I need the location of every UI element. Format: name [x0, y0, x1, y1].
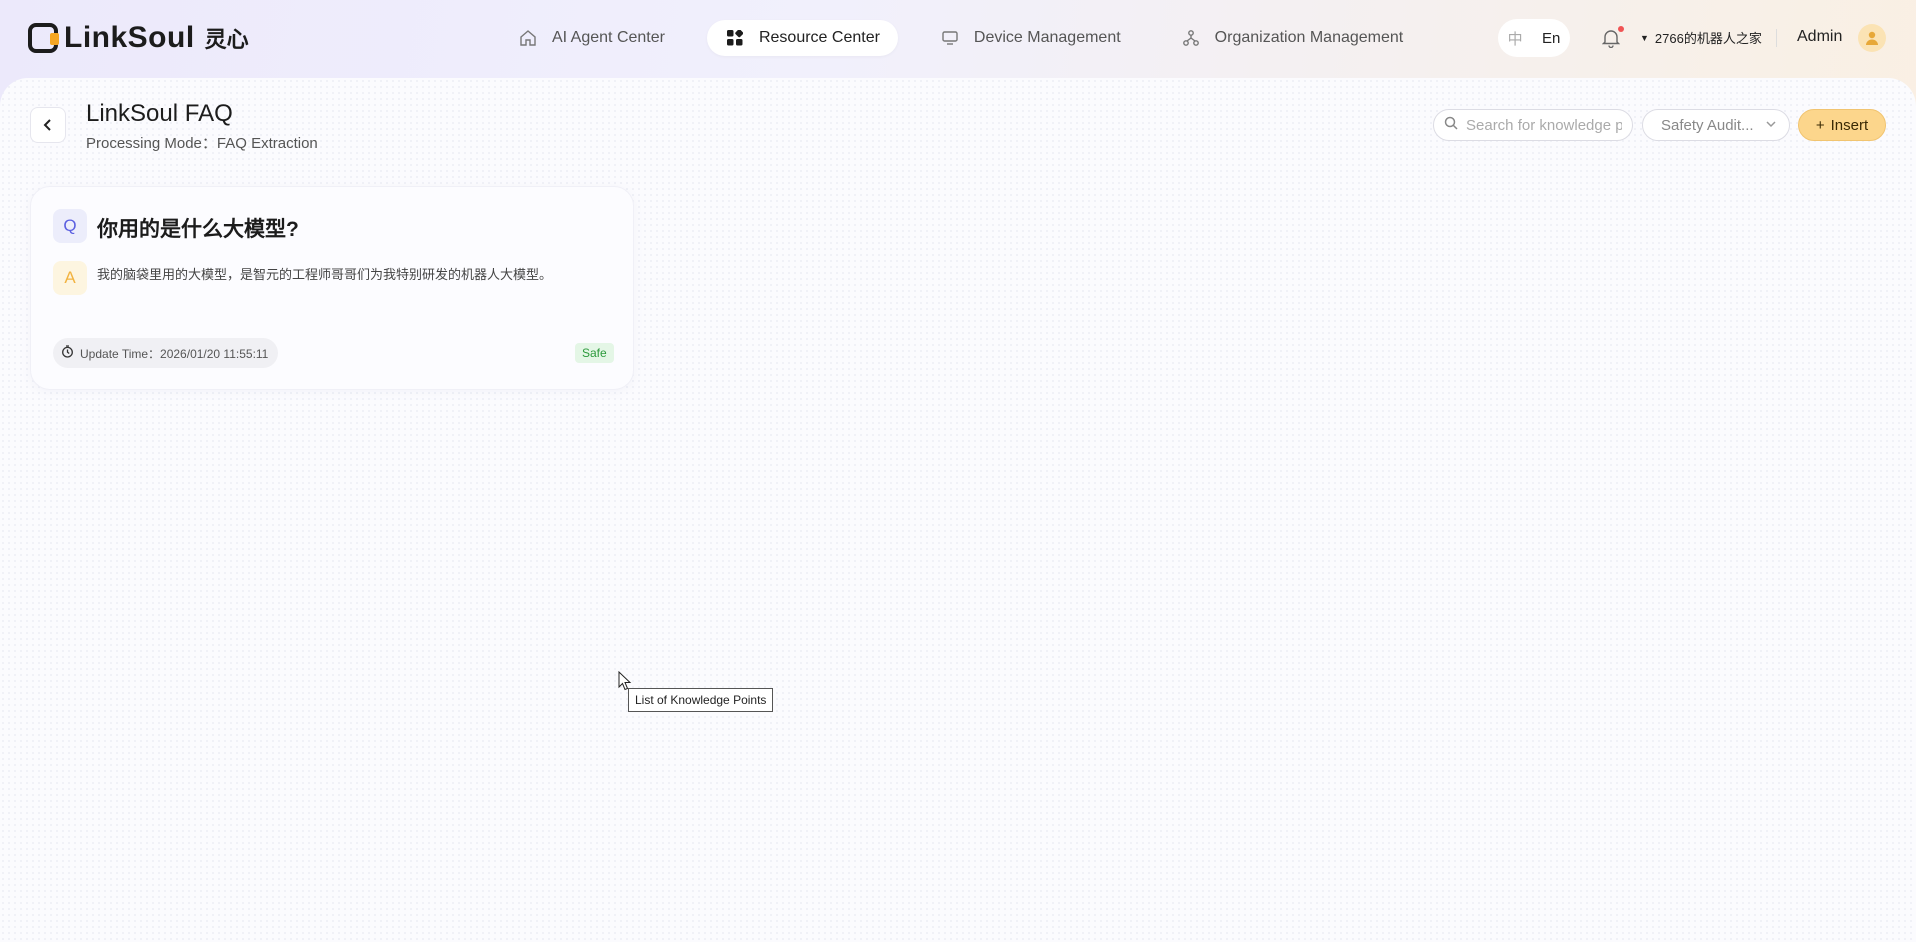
nav-label: Organization Management [1214, 29, 1404, 46]
update-time: Update Time：2026/01/20 11:55:11 [53, 338, 279, 368]
org-icon [1181, 28, 1201, 48]
user-name[interactable]: Admin [1797, 28, 1842, 46]
lang-en-option[interactable]: En [1542, 30, 1560, 47]
logo-icon [28, 23, 59, 53]
safety-audit-select[interactable]: Safety Audit... [1642, 109, 1790, 141]
home-name: 2766的机器人之家 [1654, 31, 1762, 46]
plus-icon: + [1815, 116, 1825, 134]
main-panel: LinkSoul FAQ Processing Mode：FAQ Extract… [0, 78, 1916, 942]
monitor-icon [940, 28, 960, 48]
update-time-text: Update Time：2026/01/20 11:55:11 [80, 346, 269, 361]
nav-resource-center[interactable]: Resource Center [706, 20, 898, 56]
insert-label: Insert [1830, 116, 1869, 134]
status-badge: Safe [575, 343, 614, 363]
home-selector[interactable]: ▼ 2766的机器人之家 [1640, 28, 1762, 47]
brand-name-cn: 灵心 [204, 27, 249, 52]
timer-icon [61, 345, 74, 361]
nav-label: AI Agent Center [552, 29, 665, 46]
nav-organization-management[interactable]: Organization Management [1163, 20, 1422, 56]
caret-down-icon: ▼ [1640, 32, 1649, 43]
nav-label: Resource Center [758, 29, 880, 46]
avatar[interactable] [1858, 24, 1886, 52]
question-badge: Q [53, 209, 87, 243]
home-icon [518, 28, 538, 48]
search-input[interactable] [1466, 116, 1622, 134]
lang-cn-option[interactable]: 中 [1508, 28, 1523, 49]
language-switch[interactable]: 中 En [1498, 19, 1570, 57]
notification-dot [1618, 26, 1624, 32]
nav-label: Device Management [973, 29, 1121, 46]
search-box[interactable] [1433, 109, 1633, 141]
chevron-down-icon [1765, 117, 1777, 134]
search-icon [1444, 116, 1458, 135]
insert-button[interactable]: + Insert [1798, 109, 1886, 141]
tooltip: List of Knowledge Points [628, 688, 774, 712]
header-divider [1776, 29, 1777, 47]
brand-name: LinkSoul [64, 21, 195, 54]
faq-answer: 我的脑袋里用的大模型，是智元的工程师哥哥们为我特别研发的机器人大模型。 [97, 267, 553, 282]
grid-icon [725, 28, 745, 48]
faq-question: 你用的是什么大模型? [97, 218, 299, 241]
page-title: LinkSoul FAQ [86, 100, 233, 127]
answer-badge: A [53, 261, 87, 295]
nav-ai-agent-center[interactable]: AI Agent Center [500, 20, 683, 56]
top-navigation-bar: LinkSoul 灵心 AI Agent Center Resource Cen… [0, 0, 1916, 76]
nav-device-management[interactable]: Device Management [922, 20, 1139, 56]
safety-audit-value: Safety Audit... [1661, 116, 1754, 134]
processing-mode: Processing Mode：FAQ Extraction [86, 135, 318, 152]
faq-card[interactable]: Q 你用的是什么大模型? A 我的脑袋里用的大模型，是智元的工程师哥哥们为我特别… [30, 186, 634, 390]
main-nav: AI Agent Center Resource Center Device M… [500, 20, 1421, 56]
back-button[interactable] [30, 107, 66, 143]
brand-logo[interactable]: LinkSoul 灵心 [28, 20, 249, 56]
